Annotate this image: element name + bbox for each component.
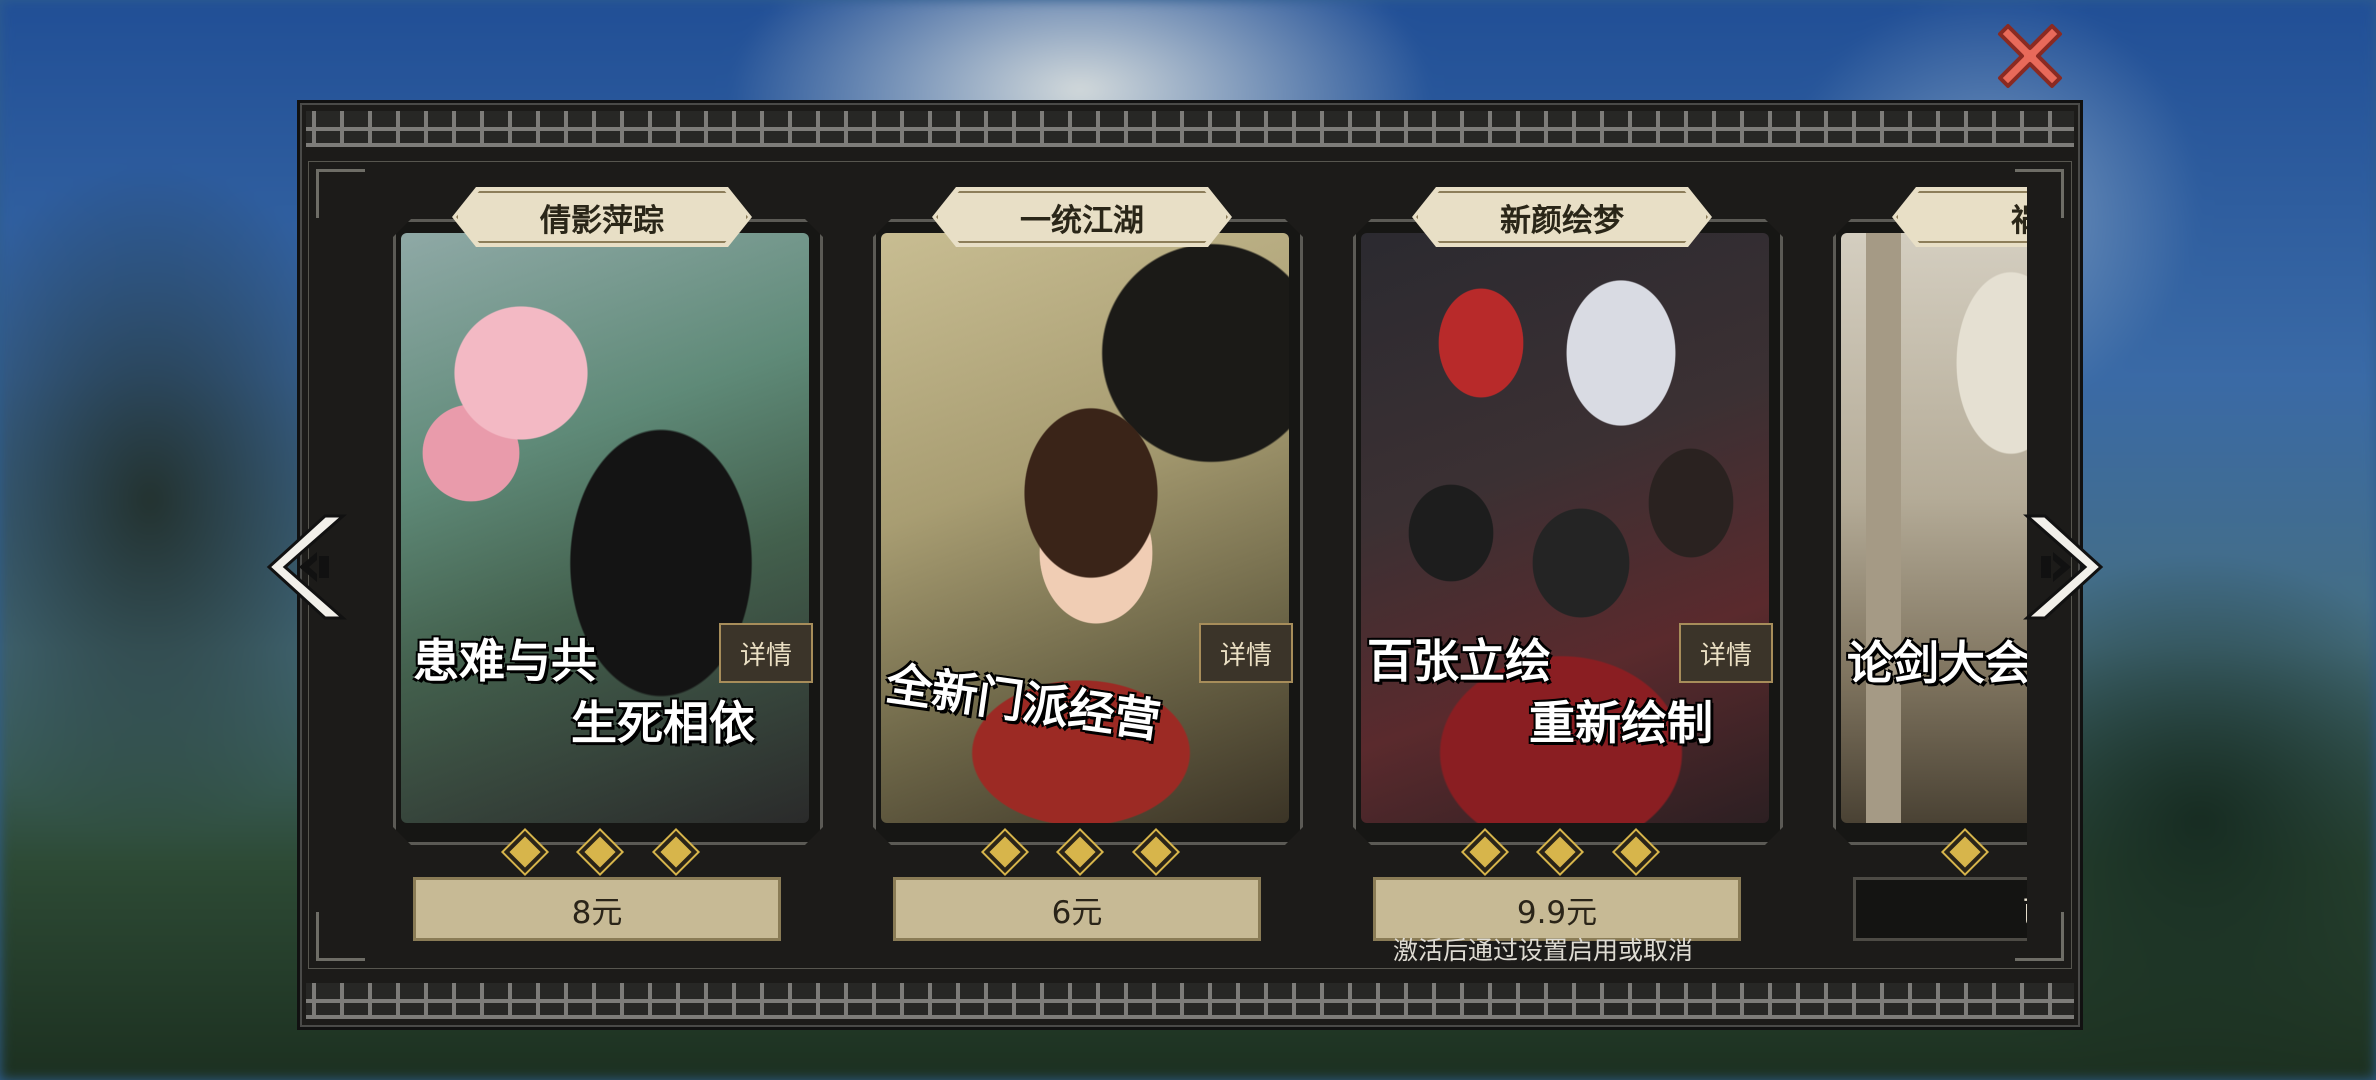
dot-icon bbox=[503, 830, 547, 874]
corner-ornament bbox=[316, 169, 365, 218]
dlc-shop-panel: 倩影萍踪 患难与共 生死相依 详情 8元 一统江湖 全新门派经营 详情 6元 新… bbox=[300, 103, 2080, 1027]
dot-icon bbox=[1463, 830, 1507, 874]
price-button[interactable]: 6元 bbox=[893, 877, 1261, 941]
card-title: 倩影萍踪 bbox=[452, 187, 752, 247]
card-tagline-line1: 论剑大会 bbox=[1847, 636, 2027, 690]
detail-button[interactable]: 详情 bbox=[719, 623, 813, 683]
dot-icon bbox=[1058, 830, 1102, 874]
close-x-icon bbox=[1998, 24, 2062, 88]
page-dots bbox=[1827, 830, 2027, 877]
card-tagline-line2: 重新绘制 bbox=[1529, 696, 1713, 750]
dot-icon bbox=[578, 830, 622, 874]
close-button[interactable] bbox=[1988, 14, 2072, 98]
card-tagline-line1: 患难与共 bbox=[413, 634, 597, 688]
top-border-ornament bbox=[306, 111, 2074, 147]
page-dots bbox=[867, 830, 1307, 877]
bottom-border-ornament bbox=[306, 983, 2074, 1019]
corner-ornament bbox=[316, 912, 365, 961]
card-carousel[interactable]: 倩影萍踪 患难与共 生死相依 详情 8元 一统江湖 全新门派经营 详情 6元 新… bbox=[387, 187, 2027, 967]
dot-icon bbox=[654, 830, 698, 874]
right-arrow-icon bbox=[2023, 514, 2104, 620]
prev-page-button[interactable] bbox=[262, 512, 352, 622]
detail-button[interactable]: 详情 bbox=[1679, 623, 1773, 683]
card-artwork[interactable] bbox=[1841, 233, 2027, 823]
left-arrow-icon bbox=[266, 514, 347, 620]
dot-icon bbox=[1538, 830, 1582, 874]
dot-icon bbox=[983, 830, 1027, 874]
page-dots bbox=[1347, 830, 1787, 877]
dot-icon bbox=[1614, 830, 1658, 874]
price-button[interactable]: 8元 bbox=[413, 877, 781, 941]
owned-button[interactable]: 已 bbox=[1853, 877, 2027, 941]
dlc-card-3[interactable]: 新颜绘梦 百张立绘 重新绘制 详情 9.9元 bbox=[1347, 187, 1787, 967]
dlc-card-4[interactable]: 祸起 论剑大会 已 bbox=[1827, 187, 2027, 967]
next-page-button[interactable] bbox=[2018, 512, 2108, 622]
card-title: 祸起 bbox=[1892, 187, 2027, 247]
card-tagline-line1: 百张立绘 bbox=[1367, 634, 1551, 688]
dlc-card-1[interactable]: 倩影萍踪 患难与共 生死相依 详情 8元 bbox=[387, 187, 827, 967]
card-title: 一统江湖 bbox=[932, 187, 1232, 247]
detail-button[interactable]: 详情 bbox=[1199, 623, 1293, 683]
dot-icon bbox=[1134, 830, 1178, 874]
card-tagline-line2: 生死相依 bbox=[571, 696, 755, 750]
card-title: 新颜绘梦 bbox=[1412, 187, 1712, 247]
page-dots bbox=[387, 830, 827, 877]
dlc-card-2[interactable]: 一统江湖 全新门派经营 详情 6元 bbox=[867, 187, 1307, 967]
dot-icon bbox=[1943, 830, 1987, 874]
activation-note: 激活后通过设置启用或取消 bbox=[1393, 936, 1694, 965]
